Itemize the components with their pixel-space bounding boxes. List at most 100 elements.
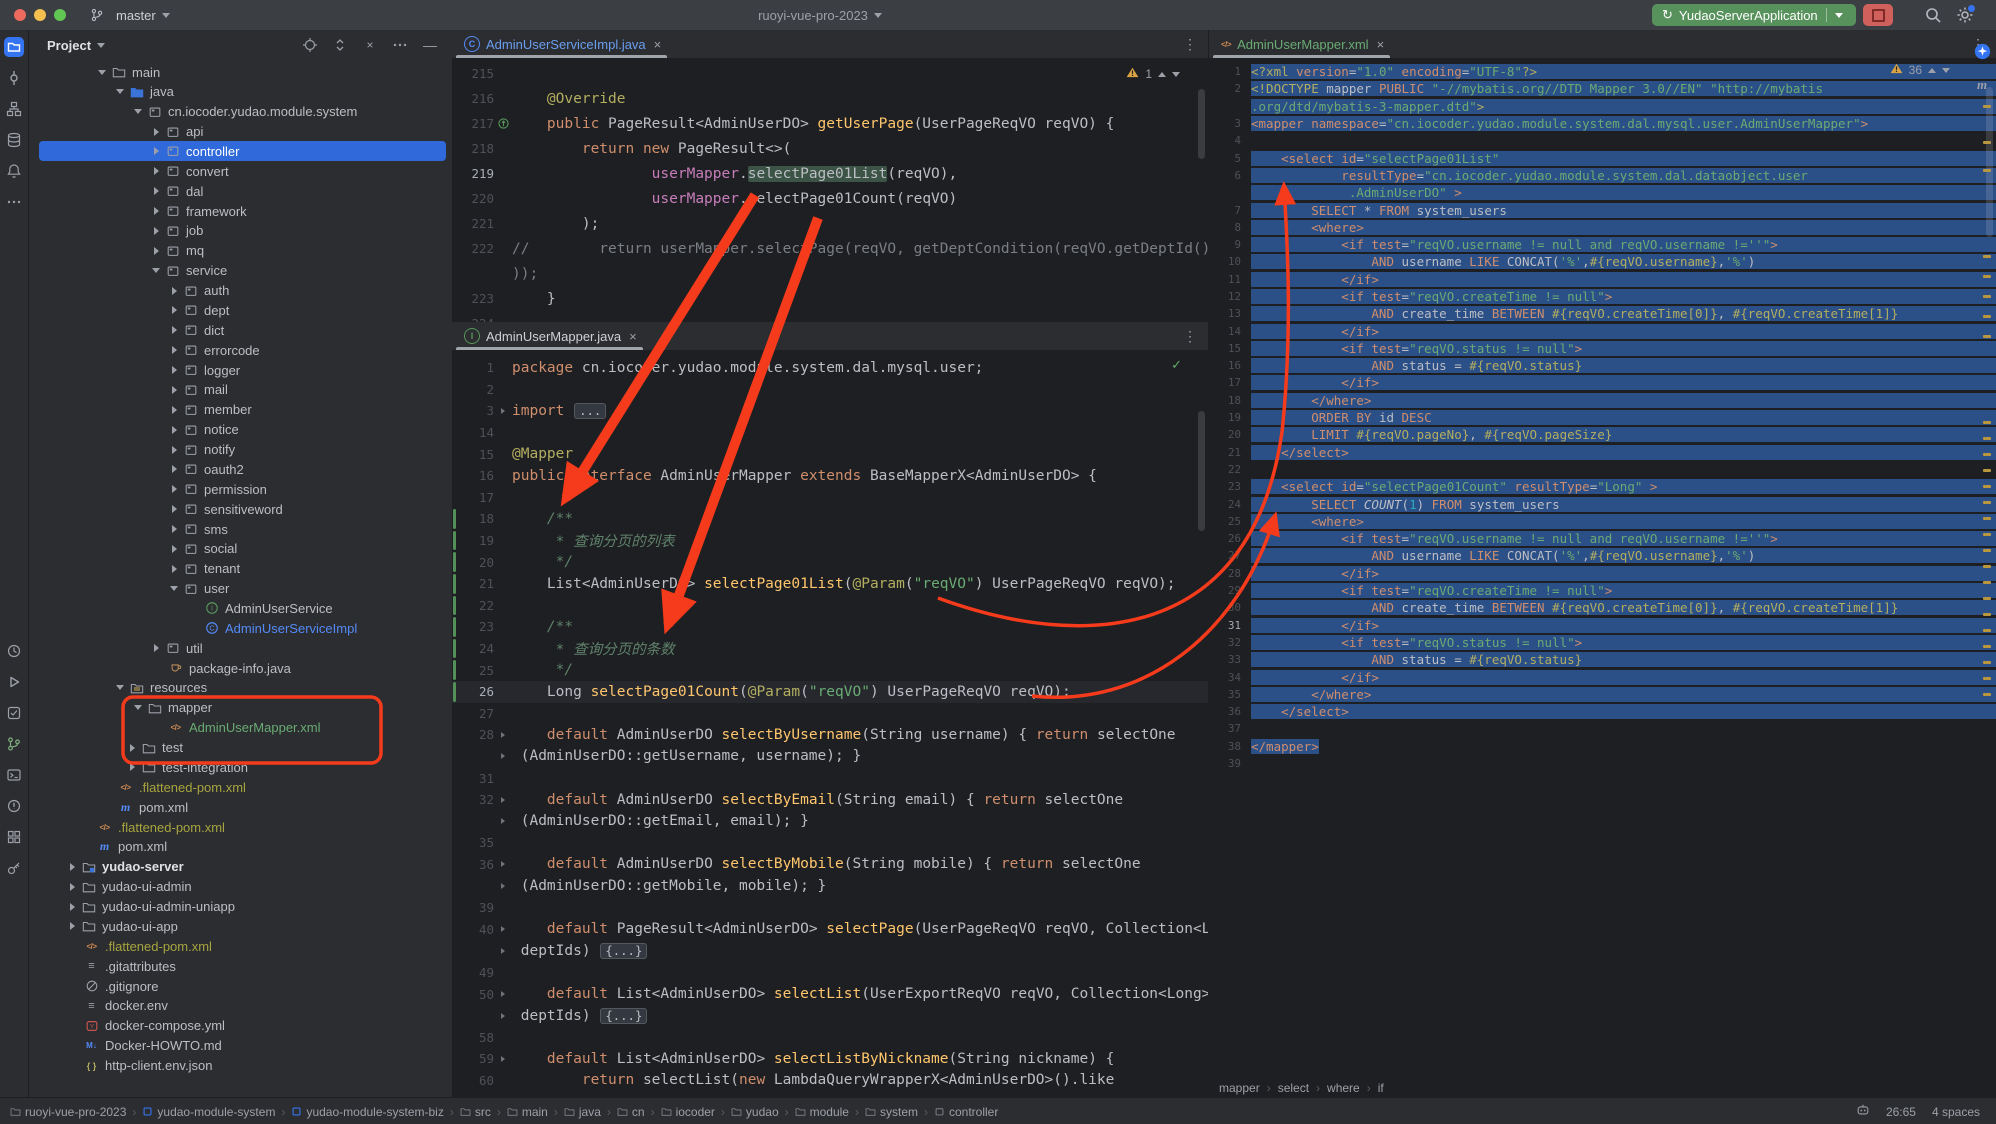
tree-row[interactable]: yudao-server: [29, 857, 450, 877]
stop-button[interactable]: [1863, 4, 1893, 26]
more-icon[interactable]: [392, 37, 408, 53]
tool-services-icon[interactable]: [3, 826, 25, 848]
chevron-right-icon[interactable]: [148, 187, 164, 195]
code-line[interactable]: 38</mapper>: [1209, 738, 1996, 755]
code-line[interactable]: 59 default List<AdminUserDO> selectListB…: [452, 1048, 1208, 1070]
chevron-down-icon[interactable]: [94, 70, 110, 75]
code-line[interactable]: 60 return selectList(new LambdaQueryWrap…: [452, 1070, 1208, 1092]
chevron-right-icon[interactable]: [148, 227, 164, 235]
code-line[interactable]: 37: [1209, 720, 1996, 737]
code-line[interactable]: 16public interface AdminUserMapper exten…: [452, 465, 1208, 487]
tree-row[interactable]: java: [29, 82, 450, 102]
navigation-bar-item[interactable]: src: [460, 1105, 491, 1119]
indent-setting[interactable]: 4 spaces: [1932, 1105, 1980, 1119]
tree-row[interactable]: tenant: [29, 559, 450, 579]
tree-row[interactable]: mpom.xml: [29, 837, 450, 857]
tree-row[interactable]: notice: [29, 420, 450, 440]
code-line[interactable]: 17 </if>: [1209, 374, 1996, 391]
breadcrumb-item[interactable]: mapper: [1219, 1081, 1260, 1095]
code-line[interactable]: 220 userMapper.selectPage01Count(reqVO): [452, 186, 1208, 211]
fold-icon[interactable]: [494, 948, 512, 954]
chevron-right-icon[interactable]: [166, 306, 182, 314]
next-warning-icon[interactable]: [1942, 68, 1950, 73]
tree-row[interactable]: main: [29, 62, 450, 82]
ai-status-icon[interactable]: [1856, 1103, 1870, 1120]
code-line[interactable]: .org/dtd/mybatis-3-mapper.dtd">: [1209, 98, 1996, 115]
code-line[interactable]: 27 AND username LIKE CONCAT('%',#{reqVO.…: [1209, 547, 1996, 564]
tab-adminusermapper-java[interactable]: I AdminUserMapper.java ×: [452, 322, 647, 350]
more-options-icon[interactable]: ⋮: [1183, 36, 1198, 53]
code-line[interactable]: 221 );: [452, 211, 1208, 236]
code-line[interactable]: 19 ORDER BY id DESC: [1209, 409, 1996, 426]
editor-adminusermapper-java[interactable]: ✓ 1package cn.iocoder.yudao.module.syste…: [452, 351, 1208, 1103]
code-line[interactable]: 5 <select id="selectPage01List": [1209, 149, 1996, 166]
tree-row[interactable]: convert: [29, 161, 450, 181]
code-line[interactable]: 14: [452, 422, 1208, 444]
code-line[interactable]: 39: [1209, 755, 1996, 772]
code-line[interactable]: 39: [452, 897, 1208, 919]
navigation-bar-item[interactable]: module: [795, 1105, 849, 1119]
code-line[interactable]: 22: [452, 595, 1208, 617]
code-line[interactable]: (AdminUserDO::getMobile, mobile); }: [452, 875, 1208, 897]
code-line[interactable]: 8 <where>: [1209, 219, 1996, 236]
code-line[interactable]: 21 </select>: [1209, 444, 1996, 461]
code-line[interactable]: 20 LIMIT #{reqVO.pageNo}, #{reqVO.pageSi…: [1209, 426, 1996, 443]
next-warning-icon[interactable]: [1172, 72, 1180, 77]
code-line[interactable]: 36 default AdminUserDO selectByMobile(St…: [452, 854, 1208, 876]
tree-row[interactable]: sensitiveword: [29, 499, 450, 519]
navigation-bar-item[interactable]: yudao-module-system-biz: [291, 1105, 443, 1119]
code-line[interactable]: 3import ...: [452, 400, 1208, 422]
chevron-right-icon[interactable]: [148, 167, 164, 175]
tree-row[interactable]: </>AdminUserMapper.xml: [29, 718, 450, 738]
code-line[interactable]: 16 AND status = #{reqVO.status}: [1209, 357, 1996, 374]
chevron-down-icon[interactable]: [112, 685, 128, 690]
tree-row[interactable]: .gitignore: [29, 976, 450, 996]
chevron-down-icon[interactable]: [148, 268, 164, 273]
code-line[interactable]: 215: [452, 61, 1208, 86]
tree-row[interactable]: cn.iocoder.yudao.module.system: [29, 102, 450, 122]
code-line[interactable]: 217 public PageResult<AdminUserDO> getUs…: [452, 111, 1208, 136]
code-line[interactable]: 29 <if test="reqVO.createTime != null">: [1209, 582, 1996, 599]
tree-row[interactable]: dict: [29, 320, 450, 340]
tree-row[interactable]: member: [29, 400, 450, 420]
tree-row[interactable]: test: [29, 738, 450, 758]
chevron-right-icon[interactable]: [166, 465, 182, 473]
code-line[interactable]: 219 userMapper.selectPage01List(reqVO),: [452, 161, 1208, 186]
code-line[interactable]: 23 /**: [452, 616, 1208, 638]
chevron-right-icon[interactable]: [166, 326, 182, 334]
tree-row[interactable]: test-integration: [29, 757, 450, 777]
tree-row[interactable]: M↓Docker-HOWTO.md: [29, 1036, 450, 1056]
tool-git-icon[interactable]: [3, 733, 25, 755]
code-line[interactable]: (AdminUserDO::getEmail, email); }: [452, 810, 1208, 832]
code-line[interactable]: 2<!DOCTYPE mapper PUBLIC "-//mybatis.org…: [1209, 80, 1996, 97]
tree-row[interactable]: dal: [29, 181, 450, 201]
code-line[interactable]: 14 </if>: [1209, 322, 1996, 339]
tree-row[interactable]: social: [29, 539, 450, 559]
code-line[interactable]: 35: [452, 832, 1208, 854]
expand-collapse-icon[interactable]: [332, 37, 348, 53]
tree-row[interactable]: ≡.gitattributes: [29, 956, 450, 976]
code-line[interactable]: deptIds) {...}: [452, 1005, 1208, 1027]
code-line[interactable]: 31 </if>: [1209, 617, 1996, 634]
tool-commit-icon[interactable]: [3, 67, 25, 89]
tree-row[interactable]: errorcode: [29, 340, 450, 360]
overrides-gutter-icon[interactable]: [494, 118, 512, 129]
code-line[interactable]: 2: [452, 379, 1208, 401]
tree-row[interactable]: { }http-client.env.json: [29, 1056, 450, 1076]
tree-row[interactable]: yudao-ui-admin: [29, 877, 450, 897]
chevron-right-icon[interactable]: [166, 525, 182, 533]
tool-terminal-icon[interactable]: [3, 764, 25, 786]
code-line[interactable]: 13 AND create_time BETWEEN #{reqVO.creat…: [1209, 305, 1996, 322]
code-line[interactable]: 6 resultType="cn.iocoder.yudao.module.sy…: [1209, 167, 1996, 184]
code-line[interactable]: 35 </where>: [1209, 686, 1996, 703]
code-line[interactable]: 20 */: [452, 551, 1208, 573]
tree-row[interactable]: logger: [29, 360, 450, 380]
tree-row[interactable]: user: [29, 579, 450, 599]
chevron-right-icon[interactable]: [148, 247, 164, 255]
fold-icon[interactable]: [494, 797, 512, 803]
chevron-right-icon[interactable]: [166, 426, 182, 434]
code-line[interactable]: 216 @Override: [452, 86, 1208, 111]
collapse-all-icon[interactable]: ×: [362, 37, 378, 53]
code-line[interactable]: ));: [452, 261, 1208, 286]
tree-row[interactable]: oauth2: [29, 459, 450, 479]
